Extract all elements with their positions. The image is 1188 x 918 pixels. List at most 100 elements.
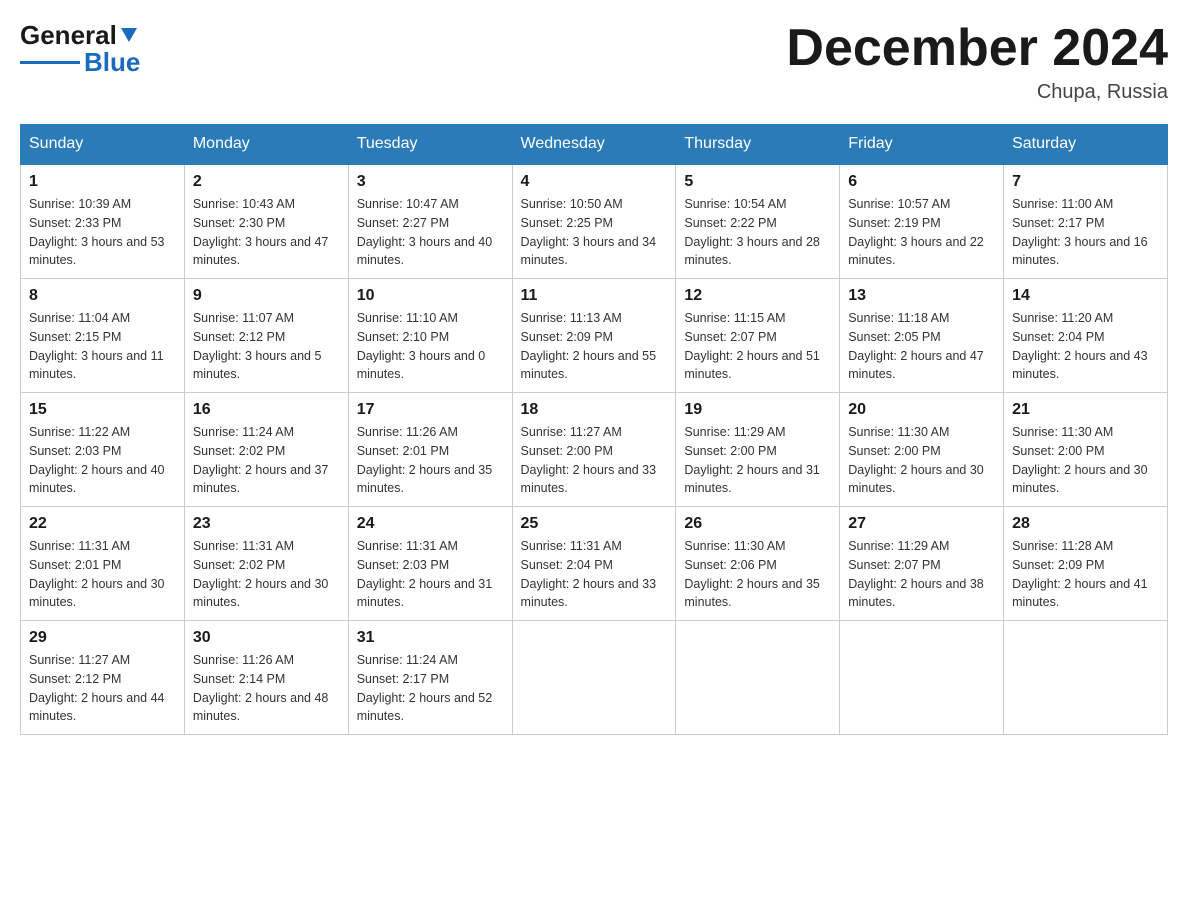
day-cell-31: 31 Sunrise: 11:24 AM Sunset: 2:17 PM Day… [348, 621, 512, 735]
day-cell-13: 13 Sunrise: 11:18 AM Sunset: 2:05 PM Day… [840, 279, 1004, 393]
logo: General Blue [20, 20, 140, 78]
page-header: General Blue December 2024 Chupa, Russia [20, 20, 1168, 104]
day-info: Sunrise: 11:31 AM Sunset: 2:01 PM Daylig… [29, 537, 176, 612]
day-cell-22: 22 Sunrise: 11:31 AM Sunset: 2:01 PM Day… [21, 507, 185, 621]
day-cell-24: 24 Sunrise: 11:31 AM Sunset: 2:03 PM Day… [348, 507, 512, 621]
day-number: 6 [848, 173, 995, 191]
day-cell-5: 5 Sunrise: 10:54 AM Sunset: 2:22 PM Dayl… [676, 164, 840, 279]
day-cell-18: 18 Sunrise: 11:27 AM Sunset: 2:00 PM Day… [512, 393, 676, 507]
day-info: Sunrise: 11:30 AM Sunset: 2:00 PM Daylig… [1012, 423, 1159, 498]
day-number: 16 [193, 401, 340, 419]
empty-cell-w4-c5 [840, 621, 1004, 735]
day-number: 14 [1012, 287, 1159, 305]
day-number: 22 [29, 515, 176, 533]
day-cell-23: 23 Sunrise: 11:31 AM Sunset: 2:02 PM Day… [184, 507, 348, 621]
day-info: Sunrise: 11:30 AM Sunset: 2:00 PM Daylig… [848, 423, 995, 498]
day-number: 18 [521, 401, 668, 419]
calendar-table: Sunday Monday Tuesday Wednesday Thursday… [20, 124, 1168, 735]
col-friday: Friday [840, 125, 1004, 165]
day-info: Sunrise: 11:29 AM Sunset: 2:07 PM Daylig… [848, 537, 995, 612]
col-monday: Monday [184, 125, 348, 165]
day-number: 23 [193, 515, 340, 533]
day-info: Sunrise: 11:22 AM Sunset: 2:03 PM Daylig… [29, 423, 176, 498]
day-number: 20 [848, 401, 995, 419]
col-saturday: Saturday [1004, 125, 1168, 165]
day-info: Sunrise: 11:31 AM Sunset: 2:04 PM Daylig… [521, 537, 668, 612]
col-sunday: Sunday [21, 125, 185, 165]
calendar-week-1: 1 Sunrise: 10:39 AM Sunset: 2:33 PM Dayl… [21, 164, 1168, 279]
calendar-week-3: 15 Sunrise: 11:22 AM Sunset: 2:03 PM Day… [21, 393, 1168, 507]
logo-triangle-icon [119, 24, 139, 44]
day-number: 8 [29, 287, 176, 305]
day-info: Sunrise: 10:50 AM Sunset: 2:25 PM Daylig… [521, 195, 668, 270]
day-number: 29 [29, 629, 176, 647]
day-info: Sunrise: 11:00 AM Sunset: 2:17 PM Daylig… [1012, 195, 1159, 270]
day-cell-27: 27 Sunrise: 11:29 AM Sunset: 2:07 PM Day… [840, 507, 1004, 621]
day-info: Sunrise: 10:54 AM Sunset: 2:22 PM Daylig… [684, 195, 831, 270]
day-number: 21 [1012, 401, 1159, 419]
day-number: 4 [521, 173, 668, 191]
day-info: Sunrise: 11:31 AM Sunset: 2:02 PM Daylig… [193, 537, 340, 612]
day-number: 3 [357, 173, 504, 191]
day-cell-4: 4 Sunrise: 10:50 AM Sunset: 2:25 PM Dayl… [512, 164, 676, 279]
day-number: 28 [1012, 515, 1159, 533]
day-number: 1 [29, 173, 176, 191]
col-thursday: Thursday [676, 125, 840, 165]
empty-cell-w4-c3 [512, 621, 676, 735]
empty-cell-w4-c6 [1004, 621, 1168, 735]
day-number: 11 [521, 287, 668, 305]
day-cell-26: 26 Sunrise: 11:30 AM Sunset: 2:06 PM Day… [676, 507, 840, 621]
day-info: Sunrise: 11:20 AM Sunset: 2:04 PM Daylig… [1012, 309, 1159, 384]
day-cell-14: 14 Sunrise: 11:20 AM Sunset: 2:04 PM Day… [1004, 279, 1168, 393]
day-cell-17: 17 Sunrise: 11:26 AM Sunset: 2:01 PM Day… [348, 393, 512, 507]
day-cell-28: 28 Sunrise: 11:28 AM Sunset: 2:09 PM Day… [1004, 507, 1168, 621]
day-info: Sunrise: 11:15 AM Sunset: 2:07 PM Daylig… [684, 309, 831, 384]
day-number: 27 [848, 515, 995, 533]
day-cell-29: 29 Sunrise: 11:27 AM Sunset: 2:12 PM Day… [21, 621, 185, 735]
col-wednesday: Wednesday [512, 125, 676, 165]
day-number: 31 [357, 629, 504, 647]
day-number: 7 [1012, 173, 1159, 191]
day-info: Sunrise: 11:30 AM Sunset: 2:06 PM Daylig… [684, 537, 831, 612]
location: Chupa, Russia [786, 81, 1168, 104]
day-cell-7: 7 Sunrise: 11:00 AM Sunset: 2:17 PM Dayl… [1004, 164, 1168, 279]
day-info: Sunrise: 11:26 AM Sunset: 2:01 PM Daylig… [357, 423, 504, 498]
day-info: Sunrise: 10:43 AM Sunset: 2:30 PM Daylig… [193, 195, 340, 270]
day-cell-1: 1 Sunrise: 10:39 AM Sunset: 2:33 PM Dayl… [21, 164, 185, 279]
day-number: 5 [684, 173, 831, 191]
logo-blue: Blue [84, 47, 140, 78]
calendar-week-2: 8 Sunrise: 11:04 AM Sunset: 2:15 PM Dayl… [21, 279, 1168, 393]
month-title: December 2024 [786, 20, 1168, 77]
day-cell-15: 15 Sunrise: 11:22 AM Sunset: 2:03 PM Day… [21, 393, 185, 507]
day-number: 9 [193, 287, 340, 305]
day-info: Sunrise: 10:47 AM Sunset: 2:27 PM Daylig… [357, 195, 504, 270]
day-info: Sunrise: 11:29 AM Sunset: 2:00 PM Daylig… [684, 423, 831, 498]
day-cell-30: 30 Sunrise: 11:26 AM Sunset: 2:14 PM Day… [184, 621, 348, 735]
day-number: 10 [357, 287, 504, 305]
day-info: Sunrise: 11:13 AM Sunset: 2:09 PM Daylig… [521, 309, 668, 384]
day-number: 12 [684, 287, 831, 305]
day-number: 25 [521, 515, 668, 533]
day-number: 30 [193, 629, 340, 647]
day-number: 13 [848, 287, 995, 305]
day-cell-10: 10 Sunrise: 11:10 AM Sunset: 2:10 PM Day… [348, 279, 512, 393]
day-cell-20: 20 Sunrise: 11:30 AM Sunset: 2:00 PM Day… [840, 393, 1004, 507]
day-cell-8: 8 Sunrise: 11:04 AM Sunset: 2:15 PM Dayl… [21, 279, 185, 393]
day-cell-21: 21 Sunrise: 11:30 AM Sunset: 2:00 PM Day… [1004, 393, 1168, 507]
day-cell-16: 16 Sunrise: 11:24 AM Sunset: 2:02 PM Day… [184, 393, 348, 507]
day-info: Sunrise: 11:18 AM Sunset: 2:05 PM Daylig… [848, 309, 995, 384]
day-info: Sunrise: 10:57 AM Sunset: 2:19 PM Daylig… [848, 195, 995, 270]
calendar-week-5: 29 Sunrise: 11:27 AM Sunset: 2:12 PM Day… [21, 621, 1168, 735]
day-info: Sunrise: 11:24 AM Sunset: 2:17 PM Daylig… [357, 651, 504, 726]
col-tuesday: Tuesday [348, 125, 512, 165]
day-number: 24 [357, 515, 504, 533]
empty-cell-w4-c4 [676, 621, 840, 735]
calendar-week-4: 22 Sunrise: 11:31 AM Sunset: 2:01 PM Day… [21, 507, 1168, 621]
day-cell-19: 19 Sunrise: 11:29 AM Sunset: 2:00 PM Day… [676, 393, 840, 507]
day-cell-11: 11 Sunrise: 11:13 AM Sunset: 2:09 PM Day… [512, 279, 676, 393]
day-cell-2: 2 Sunrise: 10:43 AM Sunset: 2:30 PM Dayl… [184, 164, 348, 279]
day-info: Sunrise: 11:04 AM Sunset: 2:15 PM Daylig… [29, 309, 176, 384]
title-area: December 2024 Chupa, Russia [786, 20, 1168, 104]
day-info: Sunrise: 11:24 AM Sunset: 2:02 PM Daylig… [193, 423, 340, 498]
day-cell-12: 12 Sunrise: 11:15 AM Sunset: 2:07 PM Day… [676, 279, 840, 393]
